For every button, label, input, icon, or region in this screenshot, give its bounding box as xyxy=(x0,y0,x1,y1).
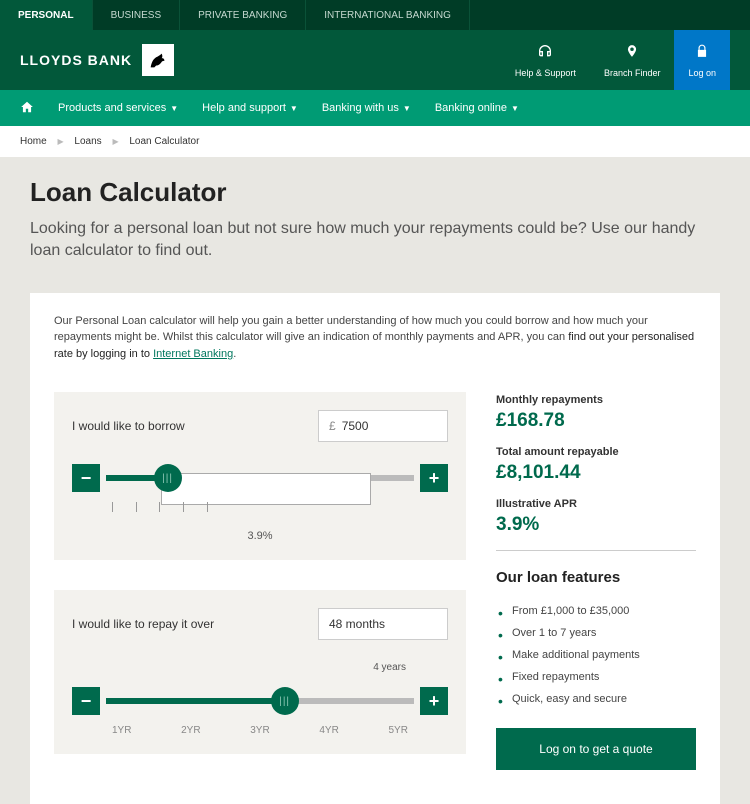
lock-icon xyxy=(695,43,709,64)
monthly-label: Monthly repayments xyxy=(496,394,696,406)
chevron-down-icon: ▼ xyxy=(290,104,298,113)
chevron-right-icon: ▶ xyxy=(57,137,63,146)
logon-button[interactable]: Log on xyxy=(674,30,730,90)
nav-banking-online[interactable]: Banking online▼ xyxy=(435,102,519,114)
results-panel: Monthly repayments £168.78 Total amount … xyxy=(496,392,696,784)
list-item: From £1,000 to £35,000 xyxy=(496,600,696,622)
apr-value: 3.9% xyxy=(496,514,696,536)
chevron-down-icon: ▼ xyxy=(511,104,519,113)
topnav-business[interactable]: BUSINESS xyxy=(93,0,181,30)
bc-loans[interactable]: Loans xyxy=(74,136,101,147)
nav-products[interactable]: Products and services▼ xyxy=(58,102,178,114)
horse-logo-icon xyxy=(142,44,174,76)
repay-slider-handle[interactable]: ||| xyxy=(271,687,299,715)
repay-slider[interactable]: ||| xyxy=(106,698,414,704)
bc-current: Loan Calculator xyxy=(129,136,199,147)
headset-icon xyxy=(537,43,553,64)
list-item: Over 1 to 7 years xyxy=(496,622,696,644)
topnav-international[interactable]: INTERNATIONAL BANKING xyxy=(306,0,470,30)
features-list: From £1,000 to £35,000 Over 1 to 7 years… xyxy=(496,600,696,710)
repay-minus-button[interactable]: − xyxy=(72,687,100,715)
brand[interactable]: LLOYDS BANK xyxy=(20,44,174,76)
help-support-link[interactable]: Help & Support xyxy=(501,30,590,90)
borrow-slider-handle[interactable]: ||| xyxy=(154,464,182,492)
calculator-card: Our Personal Loan calculator will help y… xyxy=(30,293,720,804)
nav-banking-with-us[interactable]: Banking with us▼ xyxy=(322,102,411,114)
monthly-value: £168.78 xyxy=(496,410,696,432)
top-nav: PERSONAL BUSINESS PRIVATE BANKING INTERN… xyxy=(0,0,750,30)
header: LLOYDS BANK Help & Support Branch Finder… xyxy=(0,30,750,90)
nav-help[interactable]: Help and support▼ xyxy=(202,102,298,114)
quote-cta-button[interactable]: Log on to get a quote xyxy=(496,728,696,770)
repay-input[interactable]: 48 months xyxy=(318,608,448,640)
borrow-tickmarks xyxy=(112,502,408,516)
main-nav: Products and services▼ Help and support▼… xyxy=(0,90,750,126)
repay-ticks: 1YR2YR3YR4YR5YR xyxy=(72,725,448,736)
hero: Loan Calculator Looking for a personal l… xyxy=(0,157,750,283)
apr-label: Illustrative APR xyxy=(496,498,696,510)
total-value: £8,101.44 xyxy=(496,462,696,484)
home-icon[interactable] xyxy=(20,100,34,117)
chevron-right-icon: ▶ xyxy=(112,137,118,146)
borrow-input[interactable]: £7500 xyxy=(318,410,448,442)
total-label: Total amount repayable xyxy=(496,446,696,458)
repay-panel: I would like to repay it over 48 months … xyxy=(54,590,466,754)
borrow-panel: I would like to borrow £7500 − ||| + 3.9… xyxy=(54,392,466,560)
divider xyxy=(496,550,696,551)
intro-text: Our Personal Loan calculator will help y… xyxy=(54,313,696,363)
repay-plus-button[interactable]: + xyxy=(420,687,448,715)
topnav-personal[interactable]: PERSONAL xyxy=(0,0,93,30)
features-title: Our loan features xyxy=(496,569,696,586)
chevron-down-icon: ▼ xyxy=(403,104,411,113)
pin-icon xyxy=(625,43,639,64)
repay-label: I would like to repay it over xyxy=(72,617,214,631)
page-subtitle: Looking for a personal loan but not sure… xyxy=(30,218,720,263)
branch-finder-link[interactable]: Branch Finder xyxy=(590,30,675,90)
internet-banking-link[interactable]: Internet Banking xyxy=(153,348,233,360)
chevron-down-icon: ▼ xyxy=(170,104,178,113)
borrow-plus-button[interactable]: + xyxy=(420,464,448,492)
borrow-label: I would like to borrow xyxy=(72,419,185,433)
list-item: Make additional payments xyxy=(496,644,696,666)
list-item: Fixed repayments xyxy=(496,666,696,688)
list-item: Quick, easy and secure xyxy=(496,688,696,710)
borrow-apr: 3.9% xyxy=(72,530,448,542)
page-title: Loan Calculator xyxy=(30,177,720,208)
slider-tooltip xyxy=(161,473,371,505)
brand-name: LLOYDS BANK xyxy=(20,52,132,68)
bc-home[interactable]: Home xyxy=(20,136,47,147)
borrow-slider[interactable]: ||| xyxy=(106,475,414,481)
borrow-minus-button[interactable]: − xyxy=(72,464,100,492)
topnav-private[interactable]: PRIVATE BANKING xyxy=(180,0,306,30)
repay-sublabel: 4 years xyxy=(72,662,448,673)
breadcrumb: Home ▶ Loans ▶ Loan Calculator xyxy=(0,126,750,157)
